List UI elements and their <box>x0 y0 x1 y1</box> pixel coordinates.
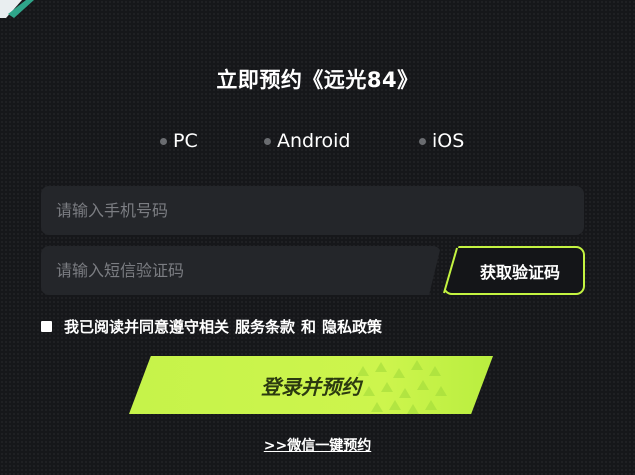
get-code-button[interactable]: 获取验证码 <box>443 246 585 295</box>
corner-decoration <box>0 0 40 22</box>
agreement-row: 我已阅读并同意遵守相关 服务条款 和 隐私政策 <box>41 316 388 336</box>
privacy-link[interactable]: 隐私政策 <box>322 316 382 337</box>
wechat-one-click-link[interactable]: >>微信一键预约 <box>0 435 635 455</box>
sms-code-input[interactable] <box>41 246 441 295</box>
login-and-reserve-button[interactable]: 登录并预约 <box>129 356 493 414</box>
login-button-container: 登录并预约 <box>129 356 493 414</box>
platform-option-ios[interactable]: iOS <box>419 130 464 152</box>
platform-label: Android <box>277 130 351 152</box>
platform-option-pc[interactable]: PC <box>160 130 198 152</box>
agreement-checkbox[interactable] <box>41 320 52 332</box>
platform-option-android[interactable]: Android <box>264 130 350 152</box>
platform-radio-group: PC Android iOS <box>0 130 635 154</box>
page-title: 立即预约《远光84》 <box>216 68 419 92</box>
phone-number-input[interactable] <box>41 186 584 235</box>
platform-label: PC <box>173 130 198 152</box>
agreement-text: 我已阅读并同意遵守相关 <box>64 317 230 336</box>
platform-label: iOS <box>432 130 465 152</box>
radio-dot-icon[interactable] <box>419 137 426 145</box>
radio-dot-icon[interactable] <box>160 137 167 145</box>
radio-dot-icon[interactable] <box>264 137 271 145</box>
terms-link[interactable]: 服务条款 <box>235 316 295 337</box>
agreement-conjunction: 和 <box>301 317 317 336</box>
